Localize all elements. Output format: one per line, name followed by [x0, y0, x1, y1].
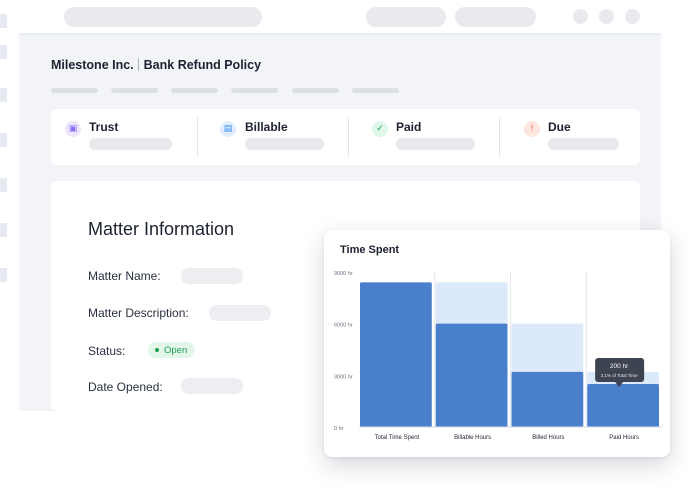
- summary-trust[interactable]: ▣ Trust: [51, 109, 198, 165]
- tooltip-box: [595, 358, 645, 382]
- policy-name: Bank Refund Policy: [143, 58, 262, 72]
- status-value: Open: [164, 344, 188, 356]
- matter-title: Matter Information: [88, 219, 235, 239]
- summary-due-label: Due: [548, 120, 571, 134]
- y-tick-label: 3000 hr: [334, 374, 353, 380]
- chart-bar: [360, 282, 432, 427]
- notification-icon[interactable]: [573, 9, 588, 24]
- top-action-button[interactable]: [366, 7, 446, 27]
- chart-bar: [587, 383, 659, 427]
- summary-billable-value: [245, 138, 324, 150]
- check-icon: ✓: [372, 121, 388, 137]
- summary-trust-label: Trust: [89, 120, 119, 134]
- status-badge: Open: [148, 342, 196, 358]
- status-dot-icon: [155, 348, 159, 352]
- chart-bar: [511, 371, 584, 427]
- summary-strip: ▣ Trust ▤ Billable ✓ Paid ! Due: [51, 109, 640, 165]
- matter-name-value: [181, 268, 243, 284]
- summary-due-value: [548, 138, 619, 150]
- summary-billable-label: Billable: [245, 120, 288, 134]
- chart-bar: [435, 323, 508, 427]
- title-separator: [137, 58, 139, 71]
- summary-billable[interactable]: ▤ Billable: [198, 109, 348, 165]
- tab-2[interactable]: [111, 88, 158, 93]
- tooltip-subtitle: 3.1% of Total Time: [601, 373, 638, 378]
- tab-4[interactable]: [231, 88, 278, 93]
- summary-trust-value: [89, 138, 172, 150]
- settings-icon[interactable]: [599, 9, 614, 24]
- x-category-label: Total Time Spent: [375, 435, 420, 441]
- tab-5[interactable]: [292, 88, 339, 93]
- date-opened-value: [181, 378, 243, 394]
- date-opened-label: Date Opened:: [88, 380, 163, 394]
- y-tick-label: 9000 hr: [334, 271, 353, 277]
- left-edge-strip: [0, 0, 8, 290]
- avatar[interactable]: [625, 9, 640, 24]
- x-category-label: Paid Hours: [609, 435, 639, 441]
- y-tick-label: 6000 hr: [334, 323, 353, 329]
- top-action-button-2[interactable]: [455, 7, 536, 27]
- receipt-icon: ▤: [220, 121, 236, 137]
- time-spent-card: Time Spent 0 hr 3000 hr 6000 hr 9000 hr Tota…: [324, 230, 670, 457]
- tooltip-title: 200 hr: [610, 363, 629, 370]
- tab-1[interactable]: [51, 88, 98, 93]
- summary-paid-value: [396, 138, 475, 150]
- summary-paid-label: Paid: [396, 120, 422, 134]
- time-spent-chart: 0 hr 3000 hr 6000 hr 9000 hr Total Time Spen…: [334, 271, 662, 441]
- y-tick-label: 0 hr: [334, 426, 344, 432]
- x-category-label: Billable Hours: [454, 435, 491, 441]
- top-bar: [19, 0, 661, 35]
- alert-icon: !: [524, 121, 540, 137]
- tab-3[interactable]: [171, 88, 218, 93]
- matter-name-label: Matter Name:: [88, 269, 161, 283]
- wallet-icon: ▣: [65, 121, 81, 137]
- x-category-label: Billed Hours: [532, 435, 564, 441]
- matter-description-value: [209, 305, 271, 321]
- page-title: Milestone Inc. Bank Refund Policy: [51, 58, 261, 72]
- status-label: Status:: [88, 344, 126, 358]
- summary-paid[interactable]: ✓ Paid: [348, 109, 499, 165]
- summary-due[interactable]: ! Due: [500, 109, 640, 165]
- search-bar[interactable]: [64, 7, 262, 27]
- tab-6[interactable]: [352, 88, 399, 93]
- company-name: Milestone Inc.: [51, 58, 134, 72]
- matter-description-label: Matter Description:: [88, 306, 189, 320]
